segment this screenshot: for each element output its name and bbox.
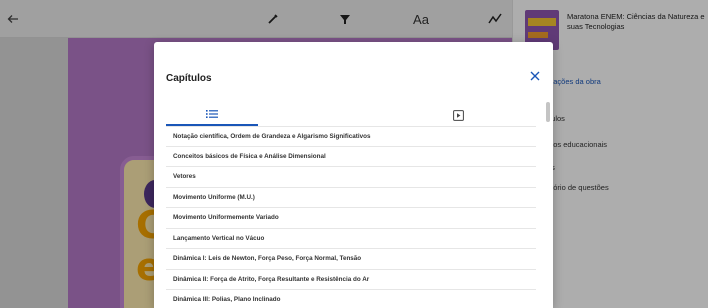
dialog-title: Capítulos [166, 73, 212, 84]
chapter-list-scrollbar[interactable] [546, 100, 551, 308]
chapters-dialog: Capítulos Notação científica, Ordem de G… [154, 42, 553, 308]
chapter-item[interactable]: Movimento Uniformemente Variado [166, 208, 536, 229]
scrollbar-thumb[interactable] [546, 102, 550, 122]
chapter-item[interactable]: Dinâmica I: Leis de Newton, Força Peso, … [166, 249, 536, 270]
chapter-item[interactable]: Dinâmica II: Força de Atrito, Força Resu… [166, 270, 536, 290]
list-icon [206, 110, 218, 118]
chapter-item[interactable]: Dinâmica III: Polias, Plano Inclinado [166, 290, 536, 308]
chapter-item[interactable]: Vetores [166, 167, 536, 188]
chapter-item[interactable]: Movimento Uniforme (M.U.) [166, 188, 536, 208]
chapter-item[interactable]: Lançamento Vertical no Vácuo [166, 229, 536, 249]
chapter-list: Notação científica, Ordem de Grandeza e … [166, 126, 536, 308]
chapter-item[interactable]: Notação científica, Ordem de Grandeza e … [166, 126, 536, 147]
video-icon [452, 109, 464, 121]
tab-chapter-list[interactable] [166, 104, 258, 126]
tab-media[interactable] [412, 104, 504, 126]
close-icon [530, 71, 540, 81]
dialog-tabs [166, 104, 536, 126]
close-button[interactable] [528, 70, 542, 84]
chapter-item[interactable]: Conceitos básicos de Física e Análise Di… [166, 147, 536, 167]
